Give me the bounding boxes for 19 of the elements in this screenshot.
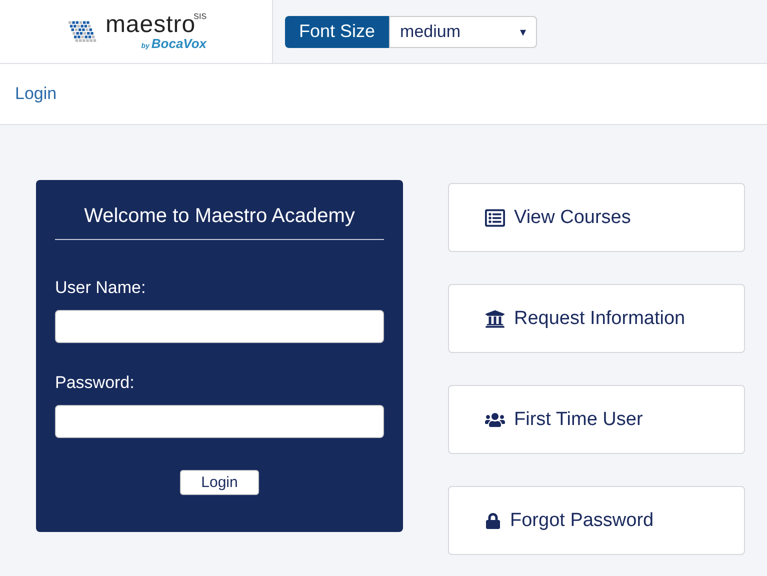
action-button[interactable]: Forgot Password — [448, 486, 745, 555]
action-button[interactable]: Request Information — [448, 284, 745, 353]
dropdown-arrow-icon: ▾ — [520, 24, 526, 38]
field-label: Password: — [55, 373, 136, 393]
font-size-select[interactable]: medium ▾ — [389, 16, 538, 48]
panel-title: Welcome to Maestro Academy — [55, 180, 384, 240]
action-button[interactable]: First Time User — [448, 385, 745, 454]
field-label: User Name: — [55, 278, 147, 298]
bank-icon — [485, 308, 505, 328]
action-button[interactable]: View Courses — [448, 183, 745, 252]
list-icon — [485, 208, 505, 228]
logo-suffix: SIS — [194, 13, 207, 21]
logo-brand: BocaVox — [151, 37, 207, 50]
input-field[interactable] — [55, 310, 384, 343]
font-size-label: Font Size — [285, 16, 390, 48]
input-field[interactable] — [55, 405, 384, 438]
login-button[interactable]: Login — [180, 470, 259, 495]
breadcrumb-link[interactable]: Login — [15, 84, 57, 104]
lock-icon — [485, 512, 501, 528]
